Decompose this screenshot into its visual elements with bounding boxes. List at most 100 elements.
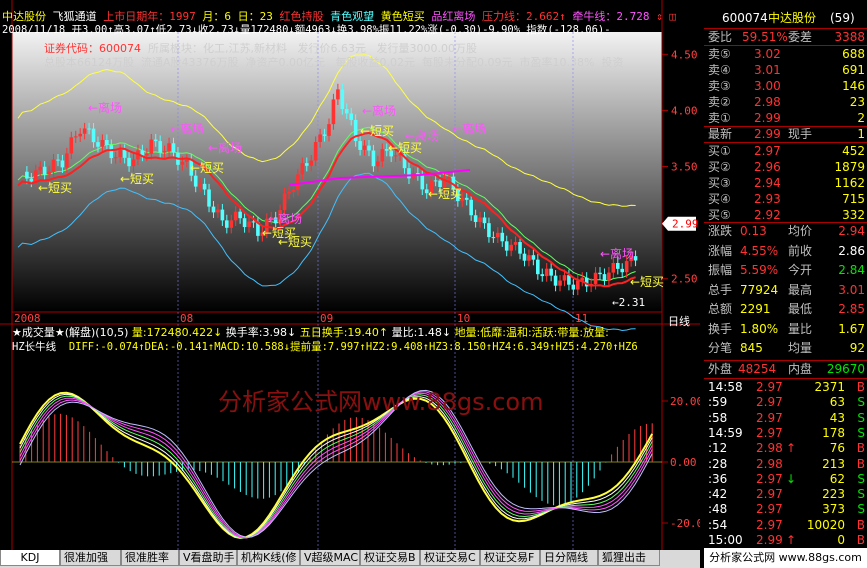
- candle-body: [509, 244, 513, 251]
- tick-row: 15:00 2.99 ↑ 0 B: [704, 532, 867, 548]
- candle-body: [162, 151, 167, 153]
- stat-value: 5.59%: [740, 263, 779, 277]
- last-row: 最新 2.99 现手 1: [704, 126, 867, 142]
- indicator-title: HZ长牛线: [12, 341, 57, 353]
- last-price: 2.99: [754, 127, 781, 141]
- tick-time: 15:00: [708, 533, 743, 547]
- bid-price: 2.97: [754, 144, 781, 158]
- window-toggle-icon[interactable]: ⇕ ◫: [656, 10, 676, 23]
- kline-chart[interactable]: 4.504.003.503.002.50200808091011←离场←离场←离…: [0, 0, 700, 550]
- stat-label: 最高: [788, 282, 813, 297]
- tick-price: 2.97: [756, 410, 783, 425]
- bid-label: 买①: [708, 144, 731, 158]
- candle-body: [367, 145, 371, 151]
- candle-body: [216, 209, 220, 213]
- candle-body: [624, 261, 629, 273]
- candle-body: [633, 256, 638, 261]
- site-footer[interactable]: 分析家公式网 www.88gs.com: [704, 548, 867, 568]
- candle-body: [229, 220, 234, 228]
- candle-body: [549, 268, 553, 276]
- tick-arrow: ↑: [786, 533, 797, 547]
- candle-body: [407, 168, 411, 179]
- candle-body: [193, 175, 198, 187]
- tab-kdj[interactable]: KDJ: [0, 550, 60, 566]
- candle-body: [69, 137, 74, 154]
- tick-price: 2.99: [756, 533, 783, 547]
- tick-arrow: ↓: [786, 471, 797, 486]
- candle-body: [282, 193, 287, 211]
- quote-panel: 600074 中达股份 (59) 委比 59.51% 委差 3388 卖⑤ 3.0…: [704, 0, 867, 568]
- stat-value: 0.13: [740, 224, 767, 238]
- tick-side: B: [856, 441, 865, 456]
- candle-body: [29, 178, 34, 182]
- candle-body: [473, 215, 478, 222]
- upper-band-value: 压力线：2.662↑: [482, 10, 566, 23]
- tab-super-macd[interactable]: V超级MACD: [300, 550, 360, 566]
- candle-body: [322, 134, 327, 136]
- tab-warrant-b[interactable]: 权证交易B: [360, 550, 420, 566]
- candle-body: [51, 159, 56, 172]
- tab-kanpan-zhushou[interactable]: V看盘助手: [179, 550, 237, 566]
- ipo-date: 上市日期年：1997: [103, 10, 196, 23]
- f10-total: 总股本66124万股: [44, 56, 134, 69]
- tick-side: S: [857, 471, 865, 486]
- y-tick-label: 3.50: [671, 161, 698, 174]
- signal-label: ←离场: [452, 121, 486, 136]
- tick-volume: 10020: [806, 517, 845, 532]
- candle-body: [380, 149, 385, 162]
- f10-code: 证券代码：600074: [44, 42, 141, 55]
- stat-label: 涨跌: [708, 224, 733, 238]
- candle-body: [518, 242, 522, 254]
- candle-body: [145, 153, 149, 156]
- stat-row: 涨跌 0.13 均价 2.94: [704, 223, 867, 239]
- ask-volume: 146: [842, 79, 865, 93]
- stat-value: 2.94: [838, 224, 865, 238]
- tab-henzhun-jiaqiang[interactable]: 很准加强: [60, 550, 121, 566]
- ohlc-line: 2008/11/18 开3.00↑高3.07↑低2.73↓收2.73↓量1724…: [2, 24, 611, 36]
- tab-warrant-c[interactable]: 权证交易C: [420, 550, 480, 566]
- tick-row: :12 2.98 ↑ 76 B: [704, 440, 867, 456]
- bid-row: 买⑤ 2.92 332: [704, 207, 867, 223]
- candle-body: [73, 136, 78, 138]
- candle-body: [371, 150, 376, 167]
- stat-value: 4.55%: [740, 243, 779, 258]
- tick-price: 2.97: [756, 471, 783, 486]
- period-label[interactable]: 日线: [668, 313, 690, 329]
- tab-henzhun-shenglv[interactable]: 很准胜率: [121, 550, 179, 566]
- tick-time: :42: [708, 487, 728, 502]
- bid-volume: 1879: [834, 160, 865, 174]
- candle-body: [180, 161, 185, 165]
- indicator-tab-bar: KDJ 很准加强 很准胜率 V看盘助手 机构K线(修 V超级MACD 权证交易B…: [0, 550, 700, 568]
- tick-row: :59 2.97 63 S: [704, 394, 867, 410]
- tick-volume: 223: [822, 487, 845, 502]
- tick-side: B: [856, 380, 865, 394]
- ask-volume: 2: [857, 111, 865, 125]
- x-tick-label: 08: [180, 312, 193, 325]
- candle-body: [105, 139, 109, 146]
- candle-body: [336, 89, 340, 100]
- candle-body: [251, 221, 256, 223]
- inner-value: 29670: [826, 362, 865, 376]
- ask-price: 3.01: [754, 63, 781, 77]
- stat-row: 振幅 5.59% 今开 2.84: [704, 262, 867, 278]
- candle-body: [158, 141, 162, 153]
- candle-body: [567, 275, 571, 285]
- stat-value: 845: [740, 341, 763, 355]
- tab-jigou-kline[interactable]: 机构K线(修: [237, 550, 300, 566]
- stat-value: 2291: [740, 302, 771, 316]
- candle-body: [513, 242, 518, 245]
- candle-body: [309, 160, 314, 166]
- ask-price: 3.00: [754, 79, 781, 93]
- x-tick-label: 2008: [14, 312, 41, 325]
- signal-label: ←短买: [630, 275, 664, 289]
- ask-row: 卖③ 3.00 146: [704, 78, 867, 94]
- tab-huli-chuji[interactable]: 狐狸出击: [598, 550, 660, 566]
- chart-area[interactable]: 4.504.003.503.002.50200808091011←离场←离场←离…: [0, 0, 700, 550]
- y-tick-label: 4.50: [671, 48, 698, 61]
- outer-label: 外盘: [708, 362, 733, 376]
- tab-warrant-f[interactable]: 权证交易F: [480, 550, 540, 566]
- tab-day-divider[interactable]: 日分隔线: [540, 550, 598, 566]
- signal-label: ←离场: [170, 121, 204, 136]
- signal-label: ←离场: [88, 100, 122, 115]
- tick-side: S: [857, 425, 865, 440]
